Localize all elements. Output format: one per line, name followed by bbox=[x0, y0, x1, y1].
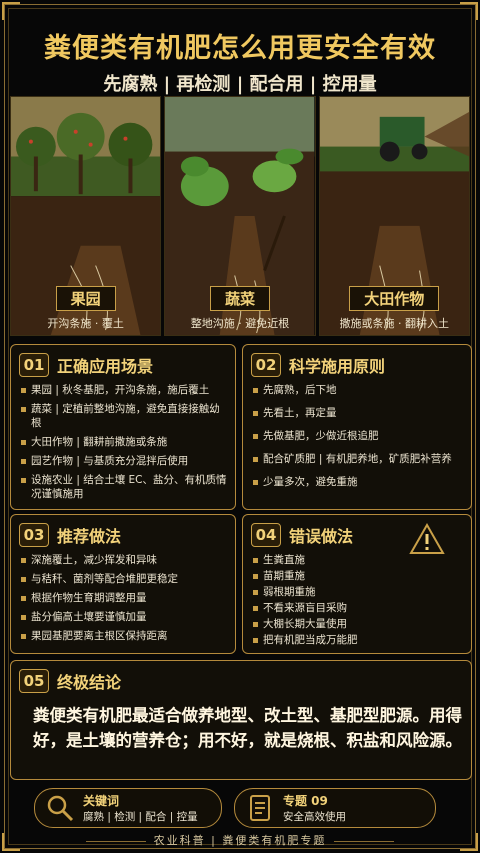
topic-pill: 专题 09 安全高效使用 bbox=[234, 788, 436, 828]
list-item: 园艺作物 | 与基质充分混拌后使用 bbox=[21, 454, 227, 468]
list-item: 大田作物 | 翻耕前撒施或条施 bbox=[21, 435, 227, 449]
section-title: 终极结论 bbox=[57, 673, 122, 692]
section-list: 深施覆土，减少挥发和异味 与秸秆、菌剂等配合堆肥更稳定 根据作物生育期调整用量 … bbox=[21, 553, 227, 648]
corner-ornament bbox=[460, 2, 478, 20]
section-number: 02 bbox=[251, 353, 281, 377]
section-card-03: 03 推荐做法 深施覆土，减少挥发和异味 与秸秆、菌剂等配合堆肥更稳定 根据作物… bbox=[10, 514, 236, 654]
keywords-pill: 关键词 腐熟 | 检测 | 配合 | 控量 bbox=[34, 788, 222, 828]
list-item: 大棚长期大量使用 bbox=[253, 617, 465, 631]
list-item: 设施农业 | 结合土壤 EC、盐分、有机质情况谨慎施用 bbox=[21, 473, 227, 501]
page-title: 粪便类有机肥怎么用更安全有效 bbox=[44, 33, 436, 64]
list-item: 与秸秆、菌剂等配合堆肥更稳定 bbox=[21, 572, 227, 586]
list-item: 蔬菜 | 定植前整地沟施，避免直接接触幼根 bbox=[21, 402, 227, 430]
search-icon bbox=[47, 795, 74, 822]
orchard-caption: 开沟条施 · 覆土 bbox=[47, 317, 124, 330]
section-title: 推荐做法 bbox=[57, 527, 122, 546]
field-crop-photo: 大田作物 撒施或条施 · 翻耕入土 bbox=[318, 96, 470, 336]
footer-right: 粪便类有机肥专题 bbox=[222, 834, 327, 847]
document-icon bbox=[250, 795, 270, 821]
list-item: 把有机肥当成万能肥 bbox=[253, 633, 465, 647]
list-item: 果园基肥要离主根区保持距离 bbox=[21, 629, 227, 643]
footer-left: 农业科普 bbox=[153, 834, 206, 847]
list-item: 果园 | 秋冬基肥，开沟条施，施后覆土 bbox=[21, 383, 227, 397]
footer: 农业科普 | 粪便类有机肥专题 bbox=[0, 832, 480, 848]
field-crop-caption: 撒施或条施 · 翻耕入土 bbox=[339, 317, 450, 330]
list-item: 先做基肥，少做近根追肥 bbox=[253, 429, 465, 443]
conclusion-card: 05 终极结论 粪便类有机肥最适合做养地型、改土型、基肥型肥源。用得好，是土壤的… bbox=[10, 660, 472, 780]
section-card-04: 04 错误做法 生粪直施 苗期重施 弱根期重施 不看来源盲目采购 大棚长期大量使… bbox=[242, 514, 472, 654]
keywords-title: 关键词 bbox=[83, 794, 120, 808]
section-list: 果园 | 秋冬基肥，开沟条施，施后覆土 蔬菜 | 定植前整地沟施，避免直接接触幼… bbox=[21, 383, 227, 506]
list-item: 根据作物生育期调整用量 bbox=[21, 591, 227, 605]
list-item: 生粪直施 bbox=[253, 553, 465, 567]
section-number: 04 bbox=[251, 523, 281, 547]
list-item: 苗期重施 bbox=[253, 569, 465, 583]
section-list: 先腐熟，后下地 先看土，再定量 先做基肥，少做近根追肥 配合矿质肥 | 有机肥养… bbox=[253, 383, 465, 494]
list-item: 先腐熟，后下地 bbox=[253, 383, 465, 397]
section-number: 03 bbox=[19, 523, 49, 547]
section-number: 05 bbox=[19, 669, 49, 693]
list-item: 不看来源盲目采购 bbox=[253, 601, 465, 615]
keywords-text: 腐熟 | 检测 | 配合 | 控量 bbox=[83, 811, 198, 823]
list-item: 深施覆土，减少挥发和异味 bbox=[21, 553, 227, 567]
vegetable-caption: 整地沟施 · 避免近根 bbox=[190, 317, 290, 330]
scene-photos: 果园 开沟条施 · 覆土 蔬菜 整地沟施 · 避免近根 大田作物 撒施或条施 ·… bbox=[10, 96, 470, 336]
conclusion-text: 粪便类有机肥最适合做养地型、改土型、基肥型肥源。用得好，是土壤的营养仓；用不好，… bbox=[33, 706, 462, 750]
section-title: 错误做法 bbox=[289, 527, 354, 546]
section-title: 正确应用场景 bbox=[57, 357, 154, 376]
list-item: 盐分偏高土壤要谨慎加量 bbox=[21, 610, 227, 624]
vegetable-label: 蔬菜 bbox=[209, 286, 270, 311]
page-subtitle: 先腐熟 | 再检测 | 配合用 | 控用量 bbox=[103, 74, 377, 95]
field-crop-label: 大田作物 bbox=[349, 286, 440, 311]
vegetable-photo: 蔬菜 整地沟施 · 避免近根 bbox=[164, 96, 316, 336]
list-item: 先看土，再定量 bbox=[253, 406, 465, 420]
section-card-01: 01 正确应用场景 果园 | 秋冬基肥，开沟条施，施后覆土 蔬菜 | 定植前整地… bbox=[10, 344, 236, 510]
list-item: 配合矿质肥 | 有机肥养地，矿质肥补营养 bbox=[253, 452, 465, 466]
warning-icon bbox=[409, 523, 445, 554]
section-title: 科学施用原则 bbox=[289, 357, 386, 376]
section-card-02: 02 科学施用原则 先腐熟，后下地 先看土，再定量 先做基肥，少做近根追肥 配合… bbox=[242, 344, 472, 510]
orchard-photo: 果园 开沟条施 · 覆土 bbox=[10, 96, 162, 336]
list-item: 少量多次，避免重施 bbox=[253, 475, 465, 489]
section-list: 生粪直施 苗期重施 弱根期重施 不看来源盲目采购 大棚长期大量使用 把有机肥当成… bbox=[253, 553, 465, 652]
corner-ornament bbox=[2, 2, 20, 20]
list-item: 弱根期重施 bbox=[253, 585, 465, 599]
orchard-label: 果园 bbox=[55, 286, 116, 311]
topic-text: 安全高效使用 bbox=[283, 811, 346, 823]
section-number: 01 bbox=[19, 353, 49, 377]
topic-title: 专题 09 bbox=[283, 794, 328, 808]
